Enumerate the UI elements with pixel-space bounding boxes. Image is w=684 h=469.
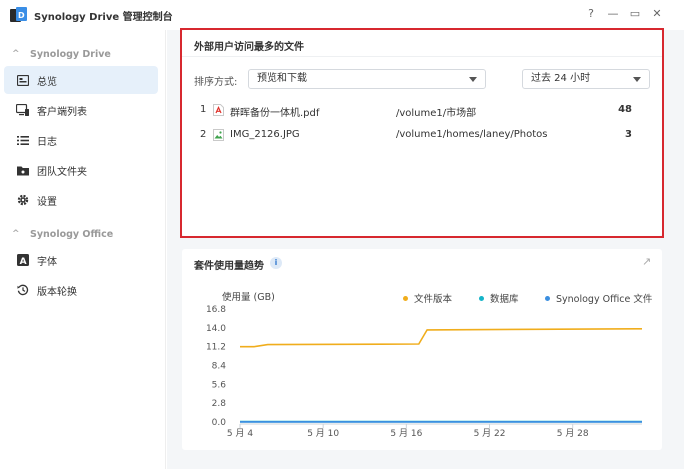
sidebar-item-label: 总览: [37, 76, 57, 88]
x-tick-label: 5 月 10: [307, 428, 339, 439]
y-tick-label: 2.8: [212, 399, 227, 409]
y-tick-label: 11.2: [206, 343, 226, 353]
sidebar-item-team-folder[interactable]: 团队文件夹: [4, 156, 158, 184]
sidebar-item-font[interactable]: A 字体: [4, 246, 158, 274]
sidebar: ^ Synology Drive 总览 客户端列表 日志 团队文件夹 设置 ^ …: [0, 30, 166, 469]
usage-trend-card: 套件使用量趋势 i ↗ 使用量 (GB) 文件版本 数据库 Synology O…: [182, 249, 662, 450]
app-title: Synology Drive 管理控制台: [34, 12, 173, 23]
dashboard-icon: [16, 74, 29, 87]
gear-icon: [16, 194, 29, 207]
synology-drive-logo-icon: D: [10, 7, 27, 22]
sidebar-item-label: 设置: [37, 196, 57, 208]
sidebar-item-overview[interactable]: 总览: [4, 66, 158, 94]
y-tick-label: 14.0: [206, 324, 226, 334]
x-tick-label: 5 月 28: [557, 428, 589, 439]
y-tick-label: 5.6: [212, 380, 227, 390]
history-icon: [16, 284, 29, 297]
font-icon: A: [16, 254, 29, 267]
chevron-up-icon: ^: [12, 49, 20, 59]
x-tick-label: 5 月 16: [390, 428, 422, 439]
svg-text:D: D: [18, 11, 25, 20]
minimize-button[interactable]: —: [606, 7, 620, 21]
y-tick-label: 8.4: [212, 362, 227, 372]
sidebar-item-label: 字体: [37, 256, 57, 268]
usage-trend-chart: 16.8 14.0 11.2 8.4 5.6 2.8 0.05 月 4 5 月 10 5 月 1…: [206, 305, 643, 439]
monitor-icon: [16, 104, 29, 117]
help-button[interactable]: ?: [584, 7, 598, 21]
x-tick-label: 5 月 4: [227, 428, 253, 439]
title-bar: D Synology Drive 管理控制台 ? — ▭ ✕: [0, 0, 684, 30]
series-line-0: [240, 328, 643, 348]
folder-icon: [16, 164, 29, 177]
sidebar-item-log[interactable]: 日志: [4, 126, 158, 154]
sidebar-item-client-list[interactable]: 客户端列表: [4, 96, 158, 124]
sidebar-item-settings[interactable]: 设置: [4, 186, 158, 214]
highlight-frame: [180, 28, 664, 238]
list-icon: [16, 134, 29, 147]
sidebar-item-version-rotation[interactable]: 版本轮换: [4, 276, 158, 304]
sidebar-section-drive[interactable]: ^ Synology Drive: [12, 46, 111, 62]
close-button[interactable]: ✕: [650, 7, 664, 21]
sidebar-section-office[interactable]: ^ Synology Office: [12, 226, 113, 242]
sidebar-item-label: 客户端列表: [37, 106, 87, 118]
sidebar-item-label: 日志: [37, 136, 57, 148]
sidebar-item-label: 版本轮换: [37, 286, 77, 298]
maximize-button[interactable]: ▭: [628, 7, 642, 21]
x-tick-label: 5 月 22: [474, 428, 506, 439]
y-tick-label: 16.8: [206, 305, 226, 315]
y-tick-label: 0.0: [212, 418, 227, 428]
sidebar-item-label: 团队文件夹: [37, 166, 87, 178]
svg-text:A: A: [19, 257, 26, 266]
chevron-up-icon: ^: [12, 229, 20, 239]
